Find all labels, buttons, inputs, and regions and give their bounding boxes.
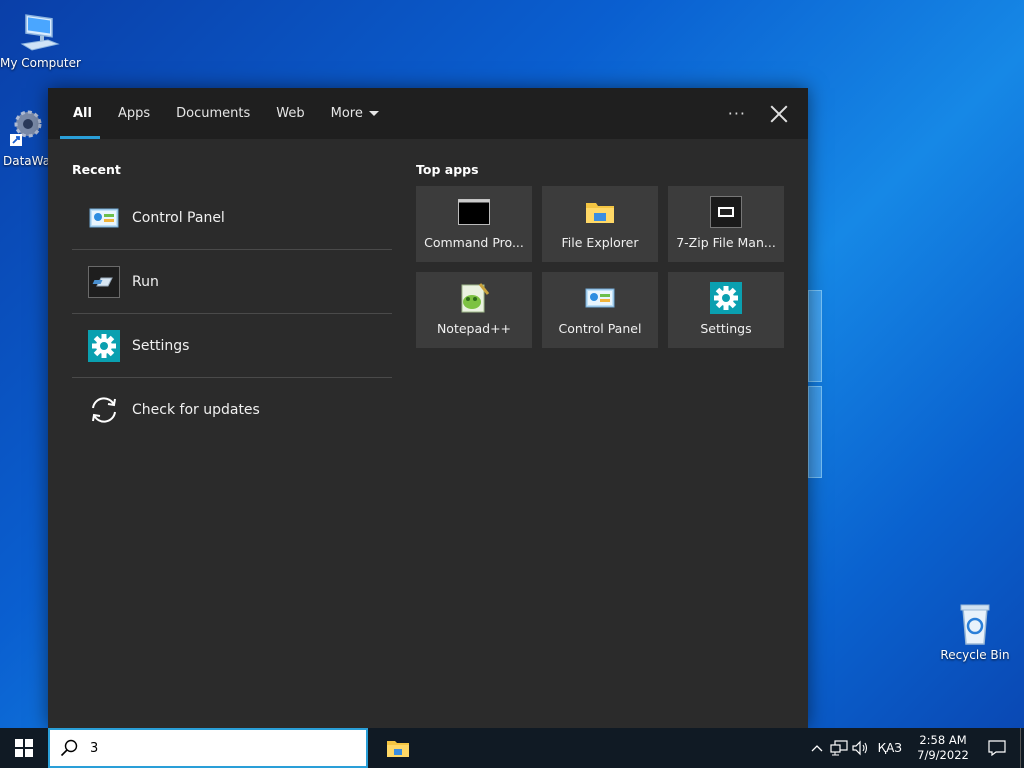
top-apps-section-title: Top apps [416,162,479,177]
search-input[interactable] [90,740,340,756]
notepadpp-icon [458,282,490,314]
recent-item-label: Settings [132,337,190,354]
close-button[interactable] [770,105,788,123]
clock[interactable]: 2:58 AM 7/9/2022 [912,733,974,763]
command-prompt-icon [458,196,490,228]
control-panel-icon [584,282,616,314]
tab-apps[interactable]: Apps [105,88,163,139]
folder-icon [387,741,409,757]
show-hidden-icons-button[interactable] [806,728,828,768]
top-app-label: File Explorer [561,235,639,250]
recent-item-label: Check for updates [132,402,260,418]
chevron-down-icon [368,111,379,116]
recent-item-control-panel[interactable]: Control Panel [72,186,392,250]
desktop-icon-recycle-bin[interactable]: Recycle Bin [935,602,1015,662]
network-button[interactable] [828,728,850,768]
top-app-control-panel[interactable]: Control Panel [542,272,658,348]
computer-icon [18,10,62,54]
tab-label: Web [276,106,305,121]
clock-date: 7/9/2022 [917,748,969,762]
recent-item-settings[interactable]: Settings [72,314,392,378]
tab-label: Apps [117,106,151,121]
chevron-up-icon [811,745,823,752]
windows-logo-beam [808,386,822,478]
top-app-label: Command Pro... [424,235,524,250]
input-language-indicator[interactable]: ҚАЗ [878,741,902,755]
top-app-label: Control Panel [558,321,642,336]
tab-label: Documents [176,106,251,121]
sync-icon [88,394,120,426]
windows-logo-beam [808,290,822,382]
settings-gear-icon [710,282,742,314]
gear-shortcut-icon [6,108,48,152]
show-desktop-button[interactable] [1020,728,1024,768]
desktop-icon-label: DataWag [3,154,48,168]
tab-label: More [330,106,363,121]
desktop-icon-label: Recycle Bin [940,648,1010,662]
taskbar-file-explorer[interactable] [374,728,422,768]
recycle-bin-icon [953,602,997,646]
notification-icon [988,740,1006,756]
search-tabs-bar: All Apps Documents Web More ··· [48,88,808,139]
top-app-label: Settings [700,321,752,336]
system-tray: ҚАЗ 2:58 AM 7/9/2022 [806,728,1024,768]
tab-web[interactable]: Web [263,88,317,139]
start-button[interactable] [0,728,48,768]
desktop-icon-datawag[interactable]: DataWag [0,108,48,168]
search-panel: All Apps Documents Web More ··· Recent C… [48,88,808,728]
tab-all[interactable]: All [60,88,105,139]
folder-icon [584,196,616,228]
top-app-command-prompt[interactable]: Command Pro... [416,186,532,262]
taskbar-search-box[interactable] [48,728,368,768]
top-app-file-explorer[interactable]: File Explorer [542,186,658,262]
top-app-7zip[interactable]: 7-Zip File Man... [668,186,784,262]
top-apps-grid: Command Pro... File Explorer 7-Zip File … [416,186,788,348]
recent-list: Control Panel Run Settings Check for upd… [72,186,392,442]
top-app-settings[interactable]: Settings [668,272,784,348]
network-icon [829,740,848,756]
recent-item-label: Control Panel [132,209,225,226]
recent-item-label: Run [132,273,159,290]
search-icon [60,739,78,757]
recent-item-run[interactable]: Run [72,250,392,314]
volume-button[interactable] [850,728,872,768]
control-panel-icon [88,202,120,234]
tab-more[interactable]: More [318,88,392,139]
recent-section-title: Recent [72,162,121,177]
7zip-icon [710,196,742,228]
clock-time: 2:58 AM [919,733,967,747]
top-app-notepadpp[interactable]: Notepad++ [416,272,532,348]
windows-logo-icon [15,739,33,757]
tab-label: All [73,106,92,121]
settings-gear-icon [88,329,120,362]
tab-documents[interactable]: Documents [163,88,263,139]
recent-item-check-for-updates[interactable]: Check for updates [72,378,392,442]
action-center-button[interactable] [974,728,1020,768]
desktop-icon-label: My Computer [0,56,81,70]
top-app-label: Notepad++ [436,321,512,336]
top-app-label: 7-Zip File Man... [676,235,776,250]
desktop-icon-my-computer[interactable]: My Computer [0,10,81,70]
speaker-icon [851,740,867,756]
more-options-button[interactable]: ··· [728,104,746,123]
taskbar: ҚАЗ 2:58 AM 7/9/2022 [0,728,1024,768]
run-icon [88,265,120,298]
